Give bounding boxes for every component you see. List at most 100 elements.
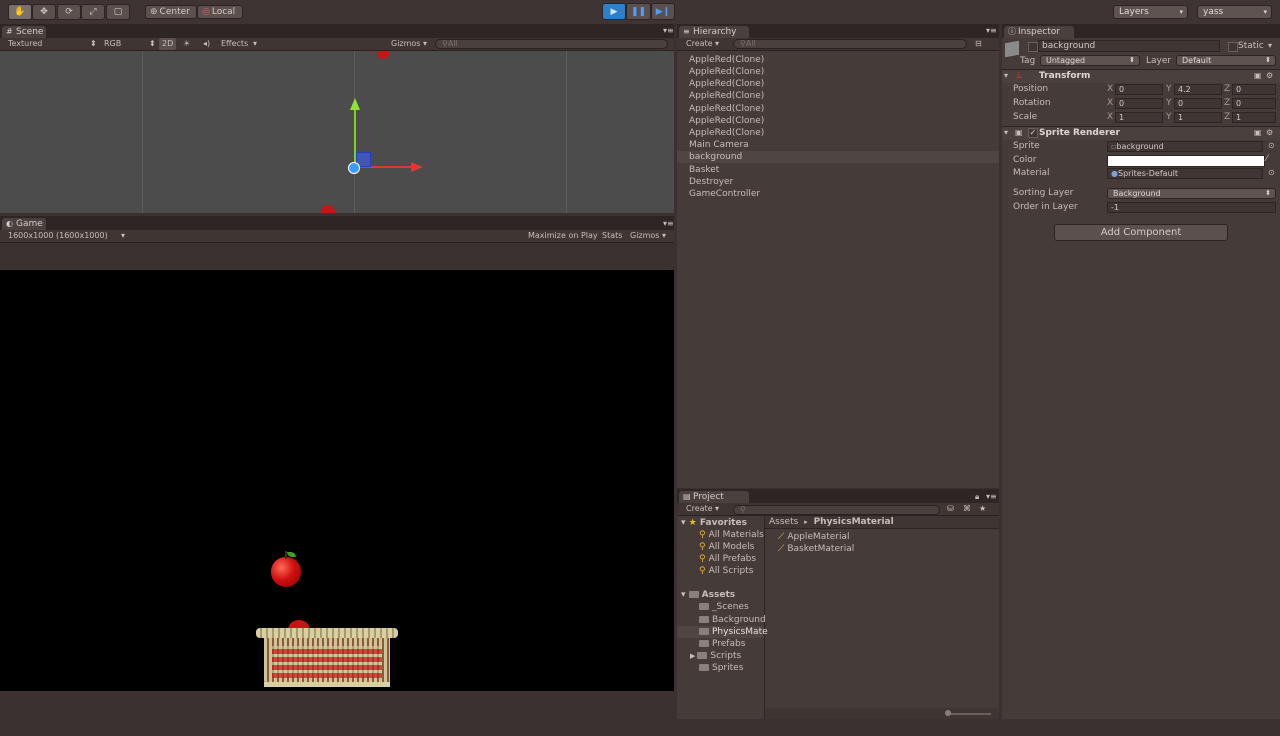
audio-icon[interactable]: ◂)	[203, 38, 210, 50]
color-swatch[interactable]	[1107, 155, 1265, 167]
object-picker-icon[interactable]: ⊙	[1268, 140, 1275, 152]
mode-2d-toggle[interactable]: 2D	[159, 38, 177, 50]
favorites-header[interactable]: ▾ ★ Favorites	[681, 517, 747, 529]
tab-game[interactable]: ◐ Game	[2, 218, 46, 230]
project-search-input[interactable]: ⚲	[733, 505, 940, 515]
disclosure-open-icon[interactable]: ▾	[1004, 127, 1008, 139]
asset-folder[interactable]: Background	[699, 614, 766, 626]
asset-file[interactable]: ⟋ AppleMaterial	[778, 531, 850, 543]
position-x-field[interactable]: 0	[1115, 84, 1163, 95]
hierarchy-item[interactable]: AppleRed(Clone)	[689, 54, 764, 66]
favorite-item[interactable]: ⚲ All Models	[699, 541, 754, 553]
gizmos-dropdown[interactable]: Gizmos	[391, 38, 420, 50]
hierarchy-item[interactable]: AppleRed(Clone)	[689, 78, 764, 90]
layer-dropdown[interactable]: Default ⬍	[1176, 55, 1276, 66]
asset-folder[interactable]: ▶ Scripts	[690, 650, 741, 662]
step-button[interactable]: ▶❙	[651, 3, 675, 20]
material-object-field[interactable]: ●Sprites-Default	[1107, 168, 1263, 179]
hierarchy-item[interactable]: AppleRed(Clone)	[689, 90, 764, 102]
help-icon[interactable]: ▣	[1254, 70, 1262, 82]
scale-x-field[interactable]: 1	[1115, 112, 1163, 123]
hierarchy-item[interactable]: Destroyer	[689, 176, 733, 188]
favorite-item[interactable]: ⚲ All Scripts	[699, 565, 753, 577]
move-tool-button[interactable]: ✥	[32, 4, 56, 20]
tab-scene[interactable]: # Scene	[2, 26, 46, 38]
tag-dropdown[interactable]: Untagged ⬍	[1040, 55, 1140, 66]
stats-toggle[interactable]: Stats	[602, 230, 622, 242]
scene-viewport[interactable]	[0, 51, 674, 213]
hierarchy-item[interactable]: AppleRed(Clone)	[689, 115, 764, 127]
position-y-field[interactable]: 4.2	[1174, 84, 1222, 95]
gizmo-y-arrow[interactable]	[350, 98, 360, 110]
resolution-dropdown[interactable]: 1600x1000 (1600x1000)	[8, 230, 108, 242]
tab-hierarchy[interactable]: ≡ Hierarchy	[679, 26, 749, 38]
object-picker-icon[interactable]: ⊙	[1268, 167, 1275, 179]
hierarchy-item[interactable]: Basket	[689, 164, 719, 176]
order-in-layer-field[interactable]: -1	[1107, 202, 1276, 213]
lighting-icon[interactable]: ☀	[183, 38, 190, 50]
breadcrumb-root[interactable]: Assets	[769, 517, 798, 527]
breadcrumb-current[interactable]: PhysicsMaterial	[814, 517, 894, 527]
asset-folder[interactable]: _Scenes	[699, 601, 749, 613]
shading-dropdown[interactable]: Textured	[8, 38, 42, 50]
rect-tool-button[interactable]: ▢	[106, 4, 130, 20]
active-checkbox[interactable]	[1028, 42, 1038, 52]
gizmo-x-arrow[interactable]	[411, 162, 423, 172]
hierarchy-item-selected[interactable]: background	[689, 151, 742, 163]
hierarchy-search-input[interactable]: ⚲All	[733, 39, 967, 49]
hierarchy-item[interactable]: Main Camera	[689, 139, 749, 151]
game-viewport[interactable]	[0, 270, 674, 691]
scale-y-field[interactable]: 1	[1174, 112, 1222, 123]
panel-menu-icon[interactable]: ▾≡	[663, 219, 674, 228]
asset-folder-selected[interactable]: PhysicsMate	[699, 626, 768, 638]
static-checkbox[interactable]	[1228, 42, 1238, 52]
scale-z-field[interactable]: 1	[1232, 112, 1276, 123]
rotation-x-field[interactable]: 0	[1115, 98, 1163, 109]
tab-inspector[interactable]: ⓘ Inspector	[1004, 26, 1074, 38]
layout-dropdown[interactable]: yass ▾	[1197, 5, 1272, 19]
hierarchy-item[interactable]: AppleRed(Clone)	[689, 103, 764, 115]
chevron-down-icon[interactable]: ▾	[1268, 41, 1272, 50]
eyedropper-icon[interactable]: ⁄	[1266, 153, 1268, 165]
lock-icon[interactable]: 🔒︎	[975, 492, 979, 502]
star-filter-icon[interactable]: ★	[979, 503, 986, 515]
layers-dropdown[interactable]: Layers ▾	[1113, 5, 1188, 19]
gizmo-center-handle[interactable]	[348, 162, 360, 174]
rotate-tool-button[interactable]: ⟳	[57, 4, 81, 20]
gear-icon[interactable]: ⚙	[1266, 70, 1273, 82]
effects-dropdown[interactable]: Effects	[221, 38, 248, 50]
disclosure-open-icon[interactable]: ▾	[1004, 70, 1008, 82]
project-create-dropdown[interactable]: Create	[686, 503, 713, 515]
slider-track[interactable]	[947, 713, 991, 715]
gear-icon[interactable]: ⚙	[1266, 127, 1273, 139]
play-button[interactable]: ▶	[602, 3, 626, 20]
rotation-z-field[interactable]: 0	[1232, 98, 1276, 109]
assets-header[interactable]: ▾ Assets	[681, 589, 735, 601]
scale-tool-button[interactable]: ⤢	[81, 4, 105, 20]
panel-menu-icon[interactable]: ▾≡	[663, 26, 674, 35]
filter-label-icon[interactable]: ⌘	[963, 503, 971, 515]
game-gizmos-dropdown[interactable]: Gizmos	[630, 230, 659, 242]
sorting-layer-dropdown[interactable]: Background ⬍	[1107, 188, 1276, 199]
rotation-y-field[interactable]: 0	[1174, 98, 1222, 109]
asset-file[interactable]: ⟋ BasketMaterial	[778, 543, 854, 555]
sprite-object-field[interactable]: ▫background	[1107, 141, 1263, 152]
favorite-item[interactable]: ⚲ All Materials	[699, 529, 764, 541]
hierarchy-item[interactable]: GameController	[689, 188, 760, 200]
scene-search-input[interactable]: ⚲All	[435, 39, 668, 49]
add-component-button[interactable]: Add Component	[1054, 224, 1228, 241]
favorite-item[interactable]: ⚲ All Prefabs	[699, 553, 756, 565]
panel-menu-icon[interactable]: ▾≡	[986, 492, 997, 501]
pause-button[interactable]: ❚❚	[626, 3, 651, 20]
slider-knob[interactable]	[945, 710, 951, 716]
filter-type-icon[interactable]: ⛁	[947, 503, 954, 515]
thumbnail-size-slider[interactable]	[765, 708, 999, 719]
sprite-renderer-enabled-checkbox[interactable]: ✓	[1028, 128, 1038, 138]
position-z-field[interactable]: 0	[1232, 84, 1276, 95]
help-icon[interactable]: ▣	[1254, 127, 1262, 139]
tab-project[interactable]: ▤ Project	[679, 491, 749, 503]
maximize-on-play-toggle[interactable]: Maximize on Play	[528, 230, 598, 242]
color-mode-dropdown[interactable]: RGB	[104, 38, 121, 50]
hierarchy-item[interactable]: AppleRed(Clone)	[689, 127, 764, 139]
hierarchy-create-dropdown[interactable]: Create	[686, 38, 713, 50]
